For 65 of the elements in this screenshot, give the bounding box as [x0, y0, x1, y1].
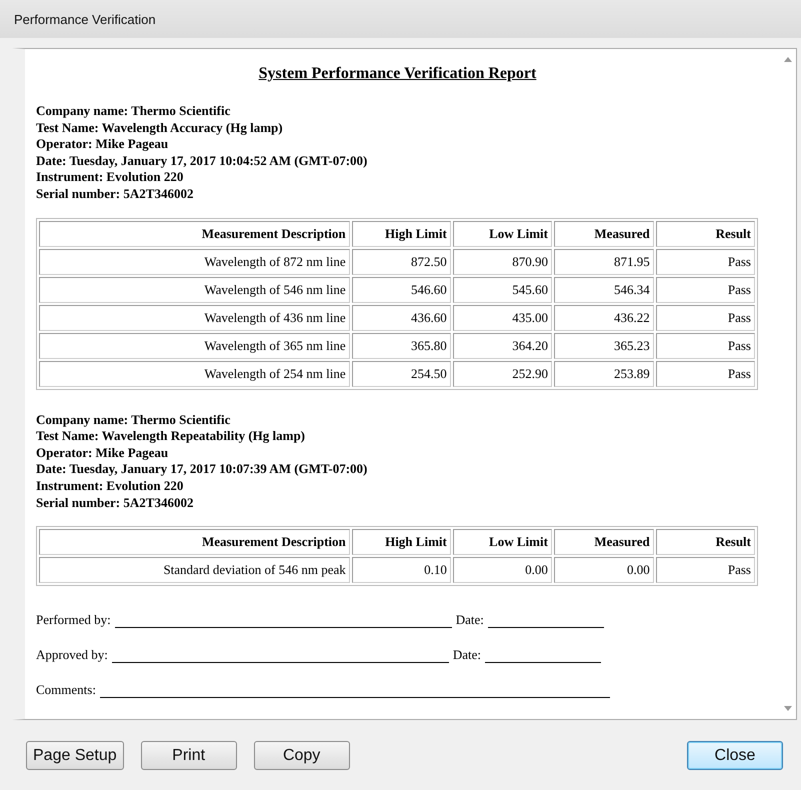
field-label: Comments:: [36, 682, 96, 698]
info-line: Test Name: Wavelength Accuracy (Hg lamp): [36, 120, 284, 136]
table-cell: 0.00: [452, 557, 552, 584]
table-cell: Wavelength of 436 nm line: [39, 304, 350, 331]
column-header: High Limit: [352, 220, 451, 247]
column-header: Low Limit: [452, 529, 552, 556]
table-cell: 870.90: [452, 248, 552, 275]
close-button[interactable]: Close: [687, 741, 783, 770]
table-cell: 546.60: [352, 276, 451, 303]
table-cell: Pass: [656, 557, 755, 584]
dialog-button[interactable]: Print: [140, 741, 237, 770]
info-line: Serial number: 5A2T346002: [36, 494, 194, 512]
scroll-up-icon[interactable]: [784, 57, 792, 62]
field-label: Date:: [456, 612, 484, 628]
dialog-button[interactable]: Copy: [254, 741, 350, 770]
table-cell: 365.23: [554, 332, 654, 359]
column-header: Measurement Description: [39, 220, 350, 247]
table-cell: 545.60: [452, 276, 552, 303]
info-line: Instrument: Evolution 220: [36, 478, 184, 495]
table-cell: Wavelength of 365 nm line: [39, 332, 350, 359]
column-header: High Limit: [352, 529, 451, 556]
field-label: Approved by:: [36, 647, 108, 664]
table-cell: Pass: [656, 360, 755, 387]
table-cell: 364.20: [452, 332, 552, 359]
table-cell: Wavelength of 254 nm line: [39, 360, 350, 387]
column-header: Measurement Description: [39, 529, 350, 556]
table-cell: Pass: [656, 332, 755, 359]
column-header: Result: [656, 220, 755, 247]
column-header: Measured: [554, 220, 654, 247]
column-header: Result: [656, 529, 755, 556]
field-label: Performed by:: [36, 612, 111, 628]
table-cell: 872.50: [352, 248, 451, 275]
table-cell: 871.95: [554, 248, 654, 275]
table-cell: 546.34: [554, 276, 654, 303]
report-title: System Performance Verification Report: [258, 65, 536, 82]
table-cell: 435.00: [452, 304, 552, 331]
window-title: Performance Verification: [14, 12, 156, 26]
info-line: Instrument: Evolution 220: [36, 169, 184, 186]
table-cell: Wavelength of 872 nm line: [39, 248, 350, 275]
info-line: Company name: Thermo Scientific: [36, 412, 232, 428]
info-line: Test Name: Wavelength Repeatability (Hg lamp): [36, 428, 306, 445]
table-cell: Pass: [656, 248, 755, 275]
table-cell: Pass: [656, 304, 755, 331]
dialog-button[interactable]: Page Setup: [26, 741, 124, 770]
info-line: Operator: Mike Pageau: [36, 444, 170, 462]
column-header: Low Limit: [452, 220, 552, 247]
info-line: Operator: Mike Pageau: [36, 136, 170, 153]
info-line: Date: Tuesday, January 17, 2017 10:07:39 AM (GMT-07:00): [36, 461, 368, 478]
table-cell: 0.10: [352, 557, 451, 584]
table-cell: Pass: [656, 276, 755, 303]
table-cell: 254.50: [352, 360, 451, 387]
field-label: Date:: [452, 647, 482, 664]
info-line: Date: Tuesday, January 17, 2017 10:04:52 AM (GMT-07:00): [36, 152, 368, 170]
table-cell: 436.60: [352, 304, 451, 331]
table-cell: 436.22: [554, 304, 654, 331]
table-cell: 365.80: [352, 332, 451, 359]
info-line: Company name: Thermo Scientific: [36, 103, 232, 120]
table-cell: 252.90: [452, 360, 552, 387]
table-cell: 253.89: [554, 360, 654, 387]
table-cell: Standard deviation of 546 nm peak: [39, 557, 350, 584]
scroll-down-icon[interactable]: [784, 706, 792, 711]
column-header: Measured: [554, 529, 654, 556]
table-cell: Wavelength of 546 nm line: [39, 276, 350, 303]
table-cell: 0.00: [554, 557, 654, 584]
info-line: Serial number: 5A2T346002: [36, 186, 194, 203]
